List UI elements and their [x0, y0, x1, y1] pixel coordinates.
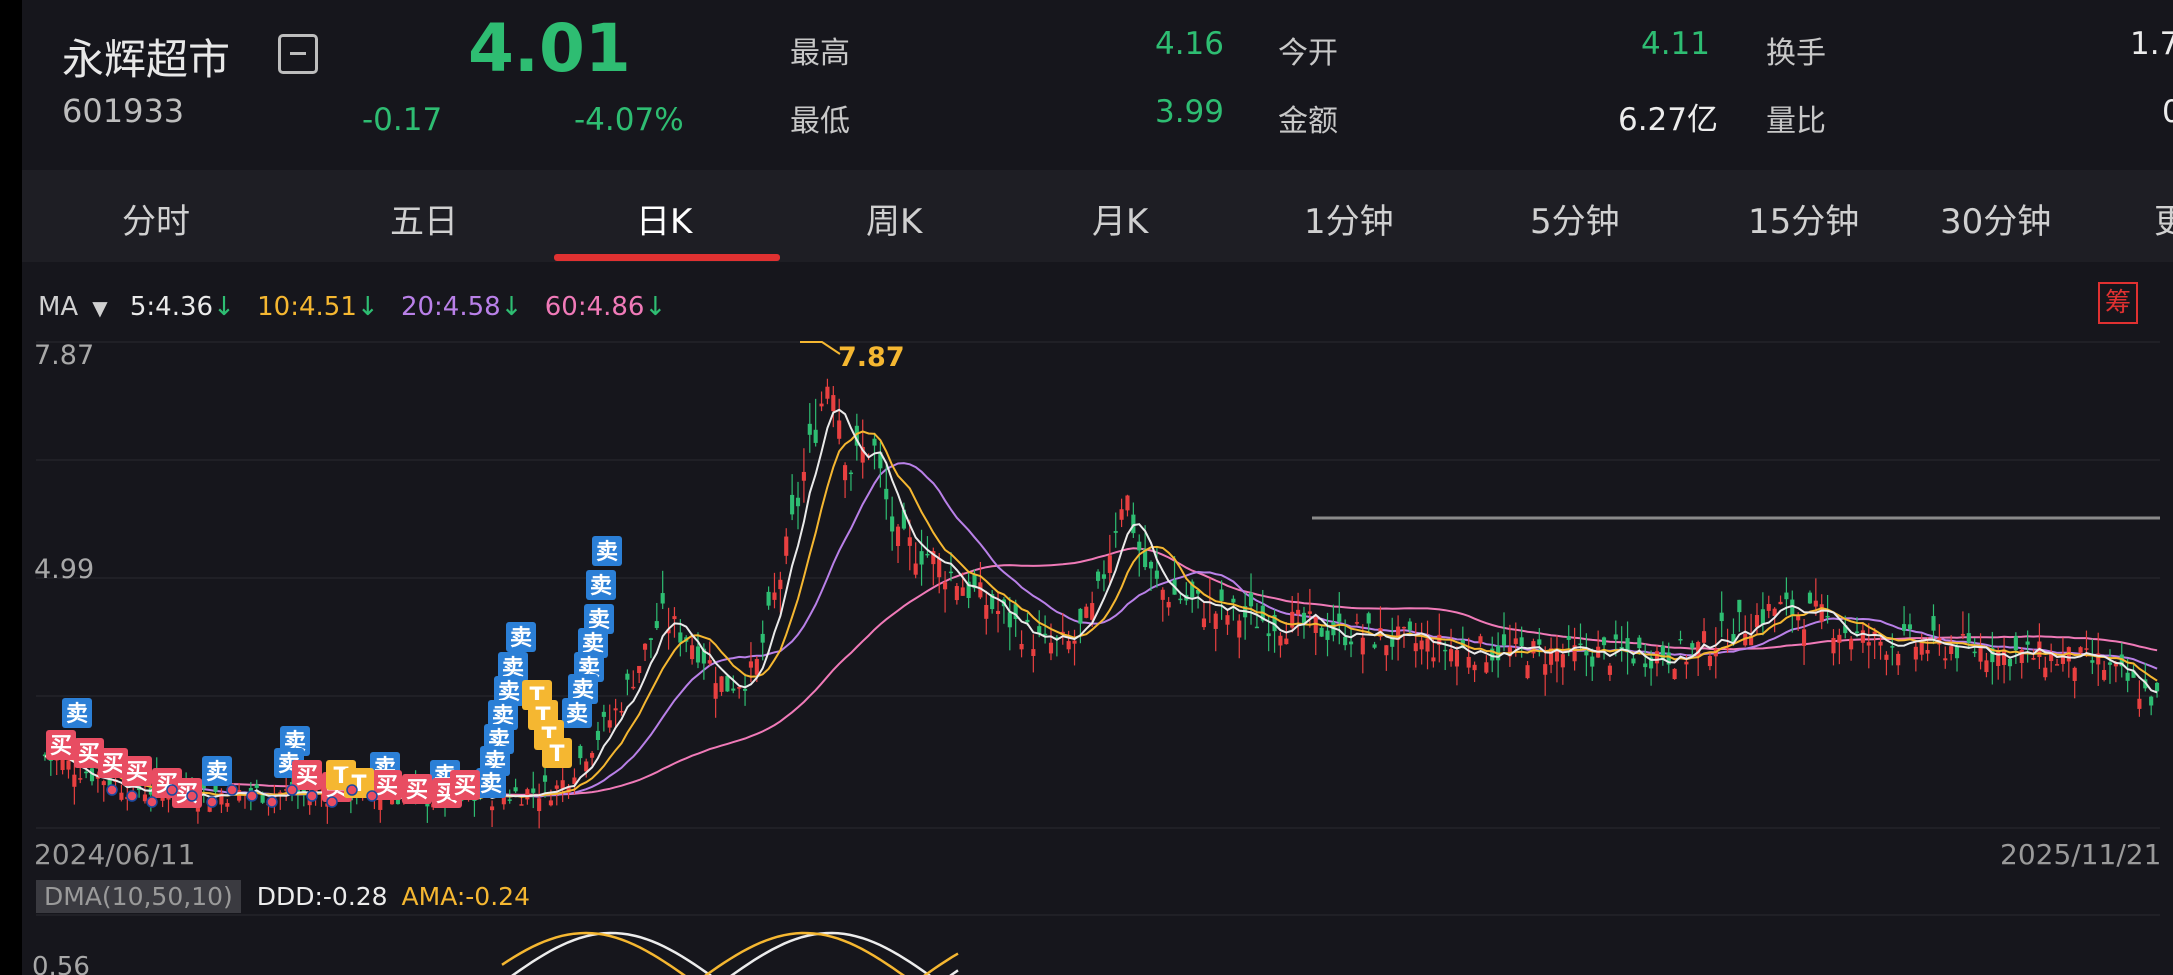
tab-more[interactable]: 更	[2154, 194, 2173, 243]
stat-value-low: 3.99	[1154, 94, 1224, 130]
chart-area[interactable]	[22, 262, 2173, 975]
dma-indicator-tag[interactable]: DMA(10,50,10)	[36, 880, 241, 913]
dma-legend: DMA(10,50,10) DDD:-0.28 AMA:-0.24	[36, 880, 530, 913]
ma5-value: 5:4.36↓	[129, 292, 235, 322]
price-change: -0.17	[362, 102, 443, 138]
stat-label-turnover: 换手	[1766, 36, 1826, 71]
stock-app: 永辉超市 601933 4.01 -0.17 -4.07% 最高 4.16 今开…	[22, 0, 2173, 975]
ma10-down-arrow-icon: ↓	[356, 292, 379, 322]
stat-label-open: 今开	[1278, 36, 1338, 71]
ma-dropdown-icon[interactable]: ▼	[92, 296, 107, 320]
tab-1min[interactable]: 1分钟	[1304, 194, 1394, 243]
stat-value-volume-ratio: 0	[2162, 94, 2173, 130]
stat-value-turnover: 1.7	[2130, 26, 2173, 62]
stat-label-high: 最高	[790, 36, 850, 71]
quote-header: 永辉超市 601933 4.01 -0.17 -4.07% 最高 4.16 今开…	[22, 0, 2173, 170]
ma20-down-arrow-icon: ↓	[500, 292, 523, 322]
ma20-value: 20:4.58↓	[400, 292, 523, 322]
x-axis-start-date: 2024/06/11	[34, 838, 196, 871]
stat-label-amount: 金额	[1278, 104, 1338, 139]
ma10-value: 10:4.51↓	[257, 292, 379, 322]
collapse-button[interactable]	[278, 34, 318, 74]
tab-5min[interactable]: 5分钟	[1530, 194, 1620, 243]
stock-name: 永辉超市	[62, 35, 231, 84]
ma60-value: 60:4.86↓	[544, 292, 667, 322]
ma60-down-arrow-icon: ↓	[644, 292, 667, 322]
stock-code: 601933	[62, 92, 185, 130]
stat-label-low: 最低	[790, 104, 850, 139]
stat-value-amount: 6.27亿	[1617, 102, 1718, 138]
tab-weekly-k[interactable]: 周K	[866, 194, 922, 243]
x-axis-end-date: 2025/11/21	[2000, 838, 2162, 871]
dma-ddd-value: DDD:-0.28	[256, 882, 388, 911]
stat-value-open: 4.11	[1640, 26, 1710, 62]
stat-value-high: 4.16	[1154, 26, 1224, 62]
chip-distribution-button[interactable]: 筹	[2098, 282, 2138, 324]
tab-five-day[interactable]: 五日	[390, 194, 458, 243]
dma-ama-value: AMA:-0.24	[401, 882, 530, 911]
tab-daily-k[interactable]: 日K	[636, 194, 692, 243]
ma-legend: MA ▼ 5:4.36↓ 10:4.51↓ 20:4.58↓ 60:4.86↓	[38, 292, 680, 322]
price-change-percent: -4.07%	[574, 102, 684, 138]
ma5-down-arrow-icon: ↓	[213, 292, 235, 322]
current-price: 4.01	[468, 10, 631, 87]
tab-30min[interactable]: 30分钟	[1940, 194, 2051, 243]
period-tabs: 分时 五日 日K 周K 月K 1分钟 5分钟 15分钟 30分钟 更	[22, 170, 2173, 262]
tab-intraday[interactable]: 分时	[122, 194, 190, 243]
ma-label[interactable]: MA	[38, 292, 78, 322]
tab-monthly-k[interactable]: 月K	[1092, 194, 1148, 243]
stat-label-volume-ratio: 量比	[1766, 104, 1826, 139]
active-tab-indicator	[554, 254, 780, 261]
tab-15min[interactable]: 15分钟	[1748, 194, 1859, 243]
